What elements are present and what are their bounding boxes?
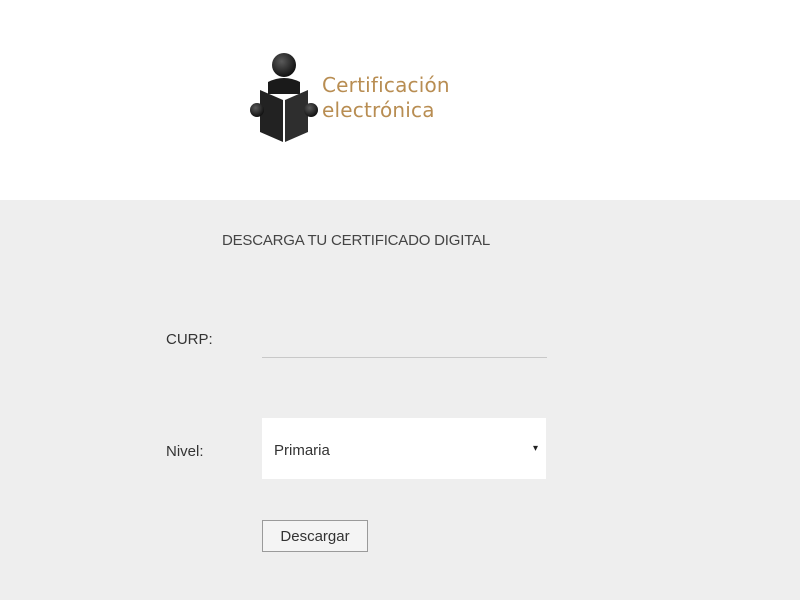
- logo: Certificación electrónica: [248, 52, 468, 148]
- nivel-select[interactable]: Primaria ▾: [262, 418, 546, 479]
- curp-input[interactable]: [262, 328, 547, 358]
- form-panel: DESCARGA TU CERTIFICADO DIGITAL CURP: Ni…: [0, 200, 800, 600]
- nivel-label: Nivel:: [166, 443, 204, 460]
- nivel-selected-value: Primaria: [274, 442, 330, 459]
- curp-label: CURP:: [166, 331, 213, 348]
- page-title: DESCARGA TU CERTIFICADO DIGITAL: [221, 232, 490, 249]
- header: Certificación electrónica: [0, 0, 800, 200]
- reader-with-book-icon: [250, 53, 318, 142]
- logo-text: Certificación electrónica: [322, 73, 450, 123]
- logo-line-2: electrónica: [322, 98, 435, 122]
- logo-line-1: Certificación: [322, 73, 450, 97]
- download-button[interactable]: Descargar: [262, 520, 368, 552]
- chevron-down-icon: ▾: [532, 443, 538, 454]
